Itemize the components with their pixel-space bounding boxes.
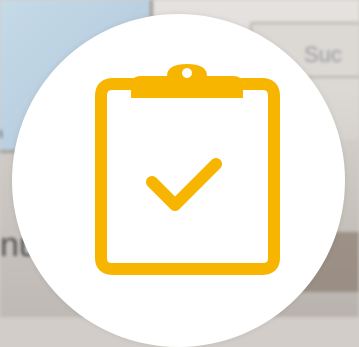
background-left-text: n — [0, 125, 3, 143]
background-success-text: Suc — [304, 42, 342, 67]
clipboard-clip-hole — [182, 68, 192, 78]
clipboard-board-outline — [95, 78, 280, 275]
clipboard-check-icon — [95, 64, 280, 275]
check-mark-icon — [146, 158, 222, 211]
